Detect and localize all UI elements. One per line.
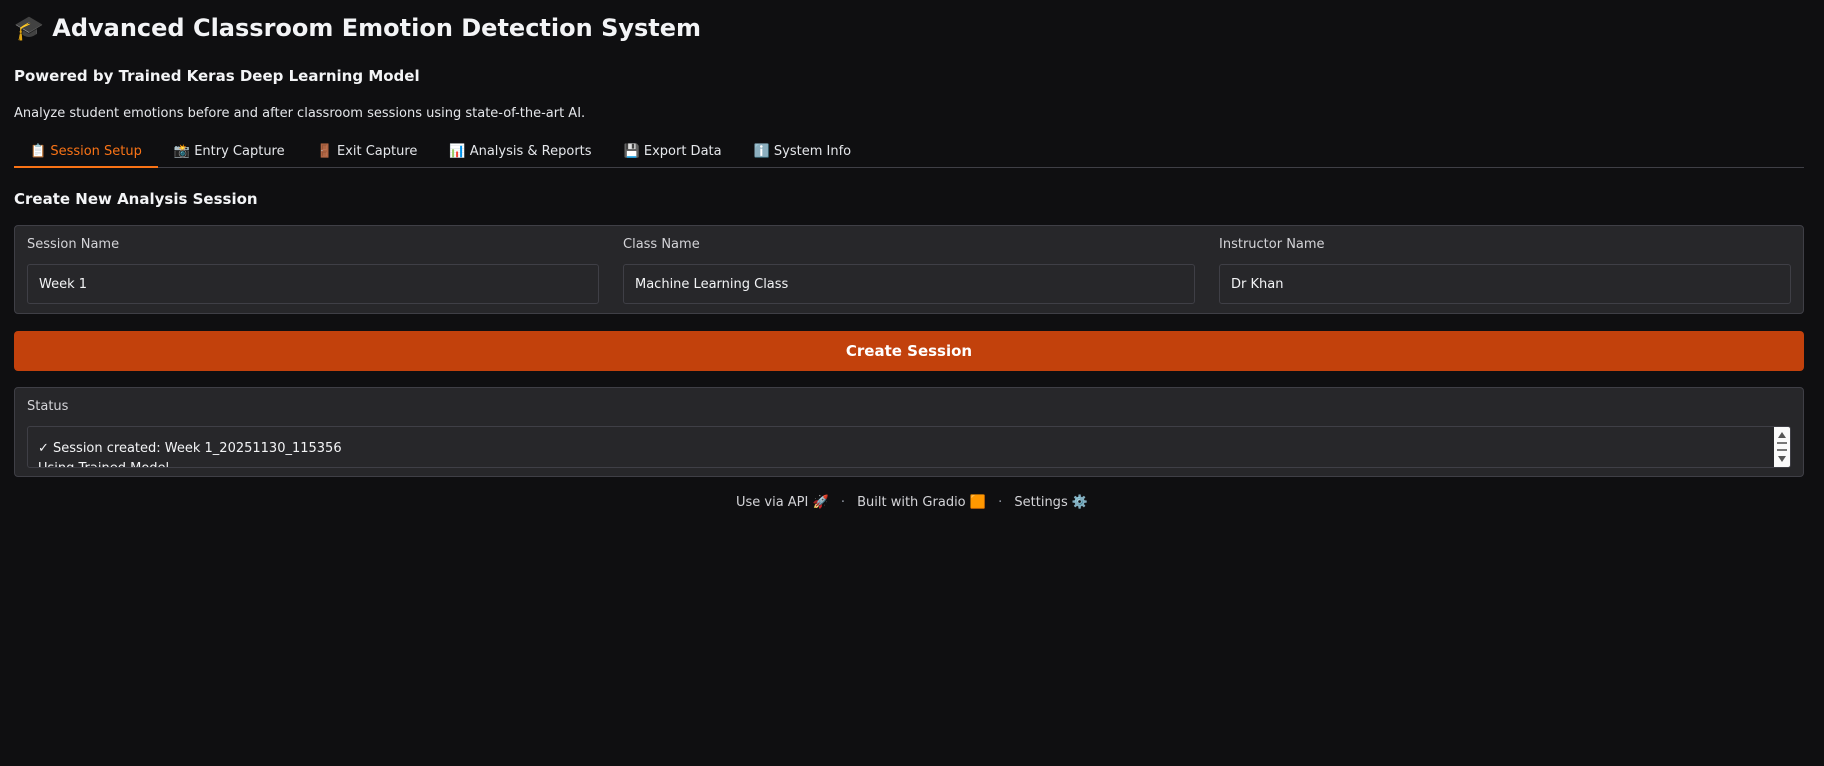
use-via-api-link[interactable]: Use via API 🚀 xyxy=(736,495,829,510)
instructor-name-label: Instructor Name xyxy=(1219,237,1325,252)
scroll-up-icon[interactable] xyxy=(1778,432,1786,438)
scroll-thumb[interactable] xyxy=(1777,442,1787,451)
tab-system-info[interactable]: ℹ️ System Info xyxy=(738,138,868,168)
footer-separator: · xyxy=(998,495,1003,510)
class-name-group: Class Name xyxy=(623,237,1195,313)
status-scrollbar[interactable] xyxy=(1774,427,1790,467)
status-panel: Status ✓ Session created: Week 1_2025113… xyxy=(14,387,1804,477)
class-name-field[interactable] xyxy=(623,264,1195,304)
tab-exit-capture[interactable]: 🚪 Exit Capture xyxy=(301,138,434,168)
page-description: Analyze student emotions before and afte… xyxy=(14,106,586,121)
create-session-button[interactable]: Create Session xyxy=(14,331,1804,371)
scroll-down-icon[interactable] xyxy=(1778,456,1786,462)
section-title: Create New Analysis Session xyxy=(14,190,258,208)
instructor-name-field[interactable] xyxy=(1219,264,1791,304)
settings-link[interactable]: Settings ⚙️ xyxy=(1014,495,1088,510)
tab-bar: 📋 Session Setup 📸 Entry Capture 🚪 Exit C… xyxy=(14,138,1804,168)
class-name-label: Class Name xyxy=(623,237,700,252)
session-name-group: Session Name xyxy=(27,237,599,313)
page-subtitle: Powered by Trained Keras Deep Learning M… xyxy=(14,67,420,85)
tab-export-data[interactable]: 💾 Export Data xyxy=(608,138,738,168)
session-name-label: Session Name xyxy=(27,237,120,252)
status-line-1: ✓ Session created: Week 1_20251130_11535… xyxy=(38,441,342,456)
session-name-field[interactable] xyxy=(27,264,599,304)
status-label: Status xyxy=(27,399,69,414)
tab-entry-capture[interactable]: 📸 Entry Capture xyxy=(158,138,301,168)
page-title: 🎓 Advanced Classroom Emotion Detection S… xyxy=(14,14,702,42)
tab-session-setup[interactable]: 📋 Session Setup xyxy=(14,138,158,168)
footer: Use via API 🚀 · Built with Gradio 🟧 · Se… xyxy=(0,495,1824,510)
instructor-name-group: Instructor Name xyxy=(1219,237,1791,313)
status-line-2: Using Trained Model xyxy=(38,459,1764,467)
built-with-gradio-link[interactable]: Built with Gradio 🟧 xyxy=(857,495,986,510)
session-fields-panel: Session Name Class Name Instructor Name xyxy=(14,225,1804,314)
app-root: 🎓 Advanced Classroom Emotion Detection S… xyxy=(0,0,1824,766)
footer-separator: · xyxy=(840,495,845,510)
status-textbox[interactable]: ✓ Session created: Week 1_20251130_11535… xyxy=(27,426,1791,468)
tab-analysis-reports[interactable]: 📊 Analysis & Reports xyxy=(433,138,607,168)
